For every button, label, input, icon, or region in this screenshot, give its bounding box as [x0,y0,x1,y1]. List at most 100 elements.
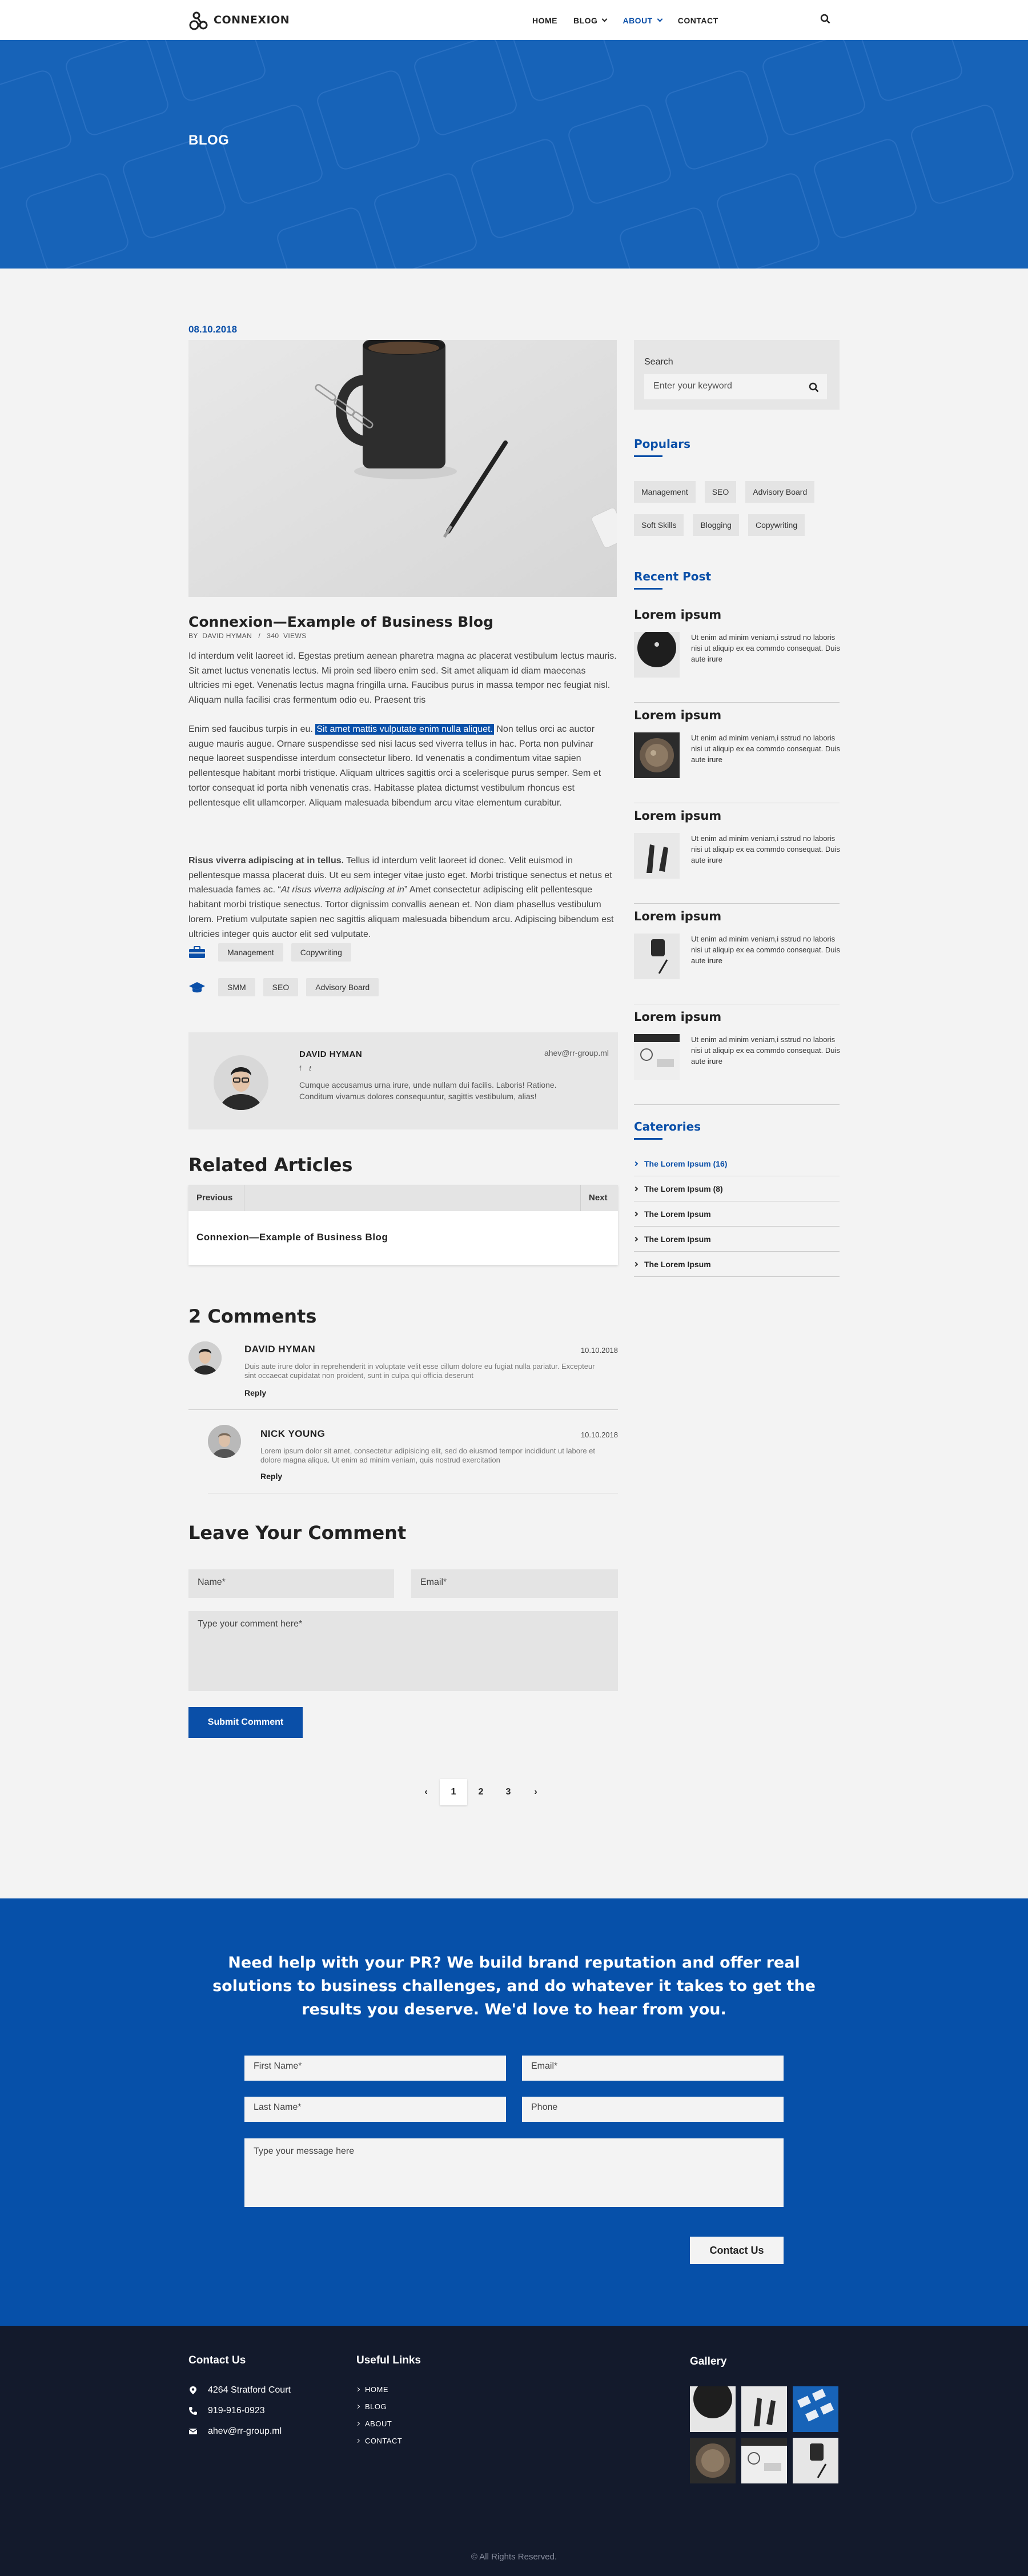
footer-link-home[interactable]: HOME [355,2385,388,2394]
comment-author: NICK YOUNG [260,1428,326,1439]
recent-post-title[interactable]: Lorem ipsum [634,608,721,622]
email-field[interactable]: Email* [411,1569,618,1598]
email-field[interactable]: Email* [522,2056,784,2081]
popular-tag[interactable]: Copywriting [748,514,805,536]
popular-tag[interactable]: SEO [704,481,737,503]
pagination-prev-button[interactable]: ‹ [412,1779,440,1805]
reply-button[interactable]: Reply [260,1472,282,1481]
search-icon[interactable] [809,382,819,392]
tag-copywriting[interactable]: Copywriting [291,943,351,962]
first-name-field[interactable]: First Name* [244,2056,506,2081]
heading-underline [634,588,662,590]
tag-advisory-board[interactable]: Advisory Board [306,978,379,996]
gallery-thumbnail[interactable] [690,2386,736,2432]
gallery-thumbnail[interactable] [793,2438,838,2483]
gallery-thumbnail[interactable] [741,2386,787,2432]
tag-management[interactable]: Management [218,943,283,962]
popular-tag[interactable]: Advisory Board [745,481,815,503]
meta-author[interactable]: DAVID HYMAN [202,632,252,640]
contact-us-button[interactable]: Contact Us [690,2237,784,2264]
popular-tag[interactable]: Management [634,481,696,503]
tag-seo[interactable]: SEO [263,978,299,996]
facebook-icon[interactable]: f [299,1064,301,1073]
nav-about[interactable]: ABOUT [623,16,663,25]
search-input[interactable]: Enter your keyword [644,374,827,399]
gallery-thumbnail[interactable] [690,2438,736,2483]
author-email[interactable]: ahev@rr-group.ml [544,1048,609,1057]
footer-email[interactable]: ahev@rr-group.ml [188,2426,282,2437]
recent-post-item[interactable]: Lorem ipsum Ut enim ad minim veniam,i ss… [634,809,840,904]
twitter-icon[interactable]: 𝑡 [309,1064,311,1073]
commenter-portrait-image [208,1425,241,1458]
chevron-right-icon [355,2404,360,2409]
category-item[interactable]: The Lorem Ipsum (8) [633,1176,840,1201]
name-field[interactable]: Name* [188,1569,394,1598]
phone-field[interactable]: Phone [522,2097,784,2122]
author-social-links: f 𝑡 [299,1064,311,1073]
footer-link-label: HOME [365,2385,388,2394]
footer-links-heading: Useful Links [356,2354,421,2366]
category-item[interactable]: The Lorem Ipsum [633,1252,840,1277]
page-2[interactable]: 2 [467,1779,495,1805]
nav-home[interactable]: HOME [532,16,557,25]
recent-post-title[interactable]: Lorem ipsum [634,708,721,722]
post-paragraph-1: Id interdum velit laoreet id. Egestas pr… [188,651,617,706]
popular-tag[interactable]: Soft Skills [634,514,684,536]
footer-link-contact[interactable]: CONTACT [355,2437,402,2445]
gallery-image [741,2386,787,2432]
recent-post-title[interactable]: Lorem ipsum [634,809,721,823]
page-3[interactable]: 3 [495,1779,522,1805]
recent-post-item[interactable]: Lorem ipsum Ut enim ad minim veniam,i ss… [634,910,840,1004]
chevron-right-icon [355,2387,360,2392]
nav-contact[interactable]: CONTACT [678,16,718,25]
comment-textarea[interactable]: Type your comment here* [188,1611,618,1691]
recent-post-thumbnail[interactable] [634,1034,680,1080]
reply-button[interactable]: Reply [244,1388,266,1397]
message-textarea[interactable]: Type your message here [244,2138,784,2207]
comment-author: DAVID HYMAN [244,1344,316,1355]
footer-phone: 919-916-0923 [188,2406,265,2416]
p2-text-before: Enim sed faucibus turpis in eu. [188,724,316,734]
comment-item: NICK YOUNG 10.10.2018 Lorem ipsum dolor … [208,1425,618,1493]
category-item[interactable]: The Lorem Ipsum [633,1227,840,1252]
category-label: The Lorem Ipsum [644,1209,711,1219]
gallery-thumbnail[interactable] [741,2438,787,2483]
nav-blog-label: BLOG [573,16,598,25]
tag-smm[interactable]: SMM [218,978,255,996]
previous-button[interactable]: Previous [188,1185,244,1211]
recent-post-title[interactable]: Lorem ipsum [634,910,721,923]
copyright: © All Rights Reserved. [471,2552,557,2562]
recent-post-item[interactable]: Lorem ipsum Ut enim ad minim veniam,i ss… [634,608,840,703]
footer-link-about[interactable]: ABOUT [355,2419,392,2428]
gallery-thumbnail[interactable] [793,2386,838,2432]
pagination-next-button[interactable]: › [522,1779,549,1805]
page-1[interactable]: 1 [440,1779,467,1805]
recent-post-thumbnail[interactable] [634,934,680,979]
footer-link-blog[interactable]: BLOG [355,2402,387,2411]
popular-tags: Management SEO Advisory Board Soft Skill… [634,481,851,547]
search-icon[interactable] [820,14,830,24]
popular-tag[interactable]: Blogging [693,514,739,536]
submit-comment-button[interactable]: Submit Comment [188,1707,303,1738]
recent-post-thumbnail[interactable] [634,632,680,678]
next-button[interactable]: Next [580,1185,618,1211]
related-articles-heading: Related Articles [188,1154,353,1176]
related-nav: Previous Next [188,1185,618,1211]
category-item[interactable]: The Lorem Ipsum (16) [633,1151,840,1176]
recent-post-item[interactable]: Lorem ipsum Ut enim ad minim veniam,i ss… [634,1010,840,1105]
recent-post-thumbnail[interactable] [634,732,680,778]
recent-post-item[interactable]: Lorem ipsum Ut enim ad minim veniam,i ss… [634,708,840,803]
p3-italic-quote: At risus viverra adipiscing at in [280,885,404,895]
nav-blog[interactable]: BLOG [573,16,608,25]
mail-icon [188,2429,198,2434]
category-item[interactable]: The Lorem Ipsum [633,1201,840,1227]
gallery-image [741,2438,787,2483]
related-article-link[interactable]: Connexion—Example of Business Blog [196,1232,388,1243]
recent-post-thumbnail[interactable] [634,833,680,879]
last-name-field[interactable]: Last Name* [244,2097,506,2122]
post-paragraph-2: Enim sed faucibus turpis in eu. Sit amet… [188,722,618,810]
brand-logo[interactable]: CONNEXION [188,8,290,32]
logo-mark-icon [189,11,208,30]
recent-post-title[interactable]: Lorem ipsum [634,1010,721,1024]
main-content: 08.10.2018 Connexion—Example of Business… [0,269,1028,1898]
